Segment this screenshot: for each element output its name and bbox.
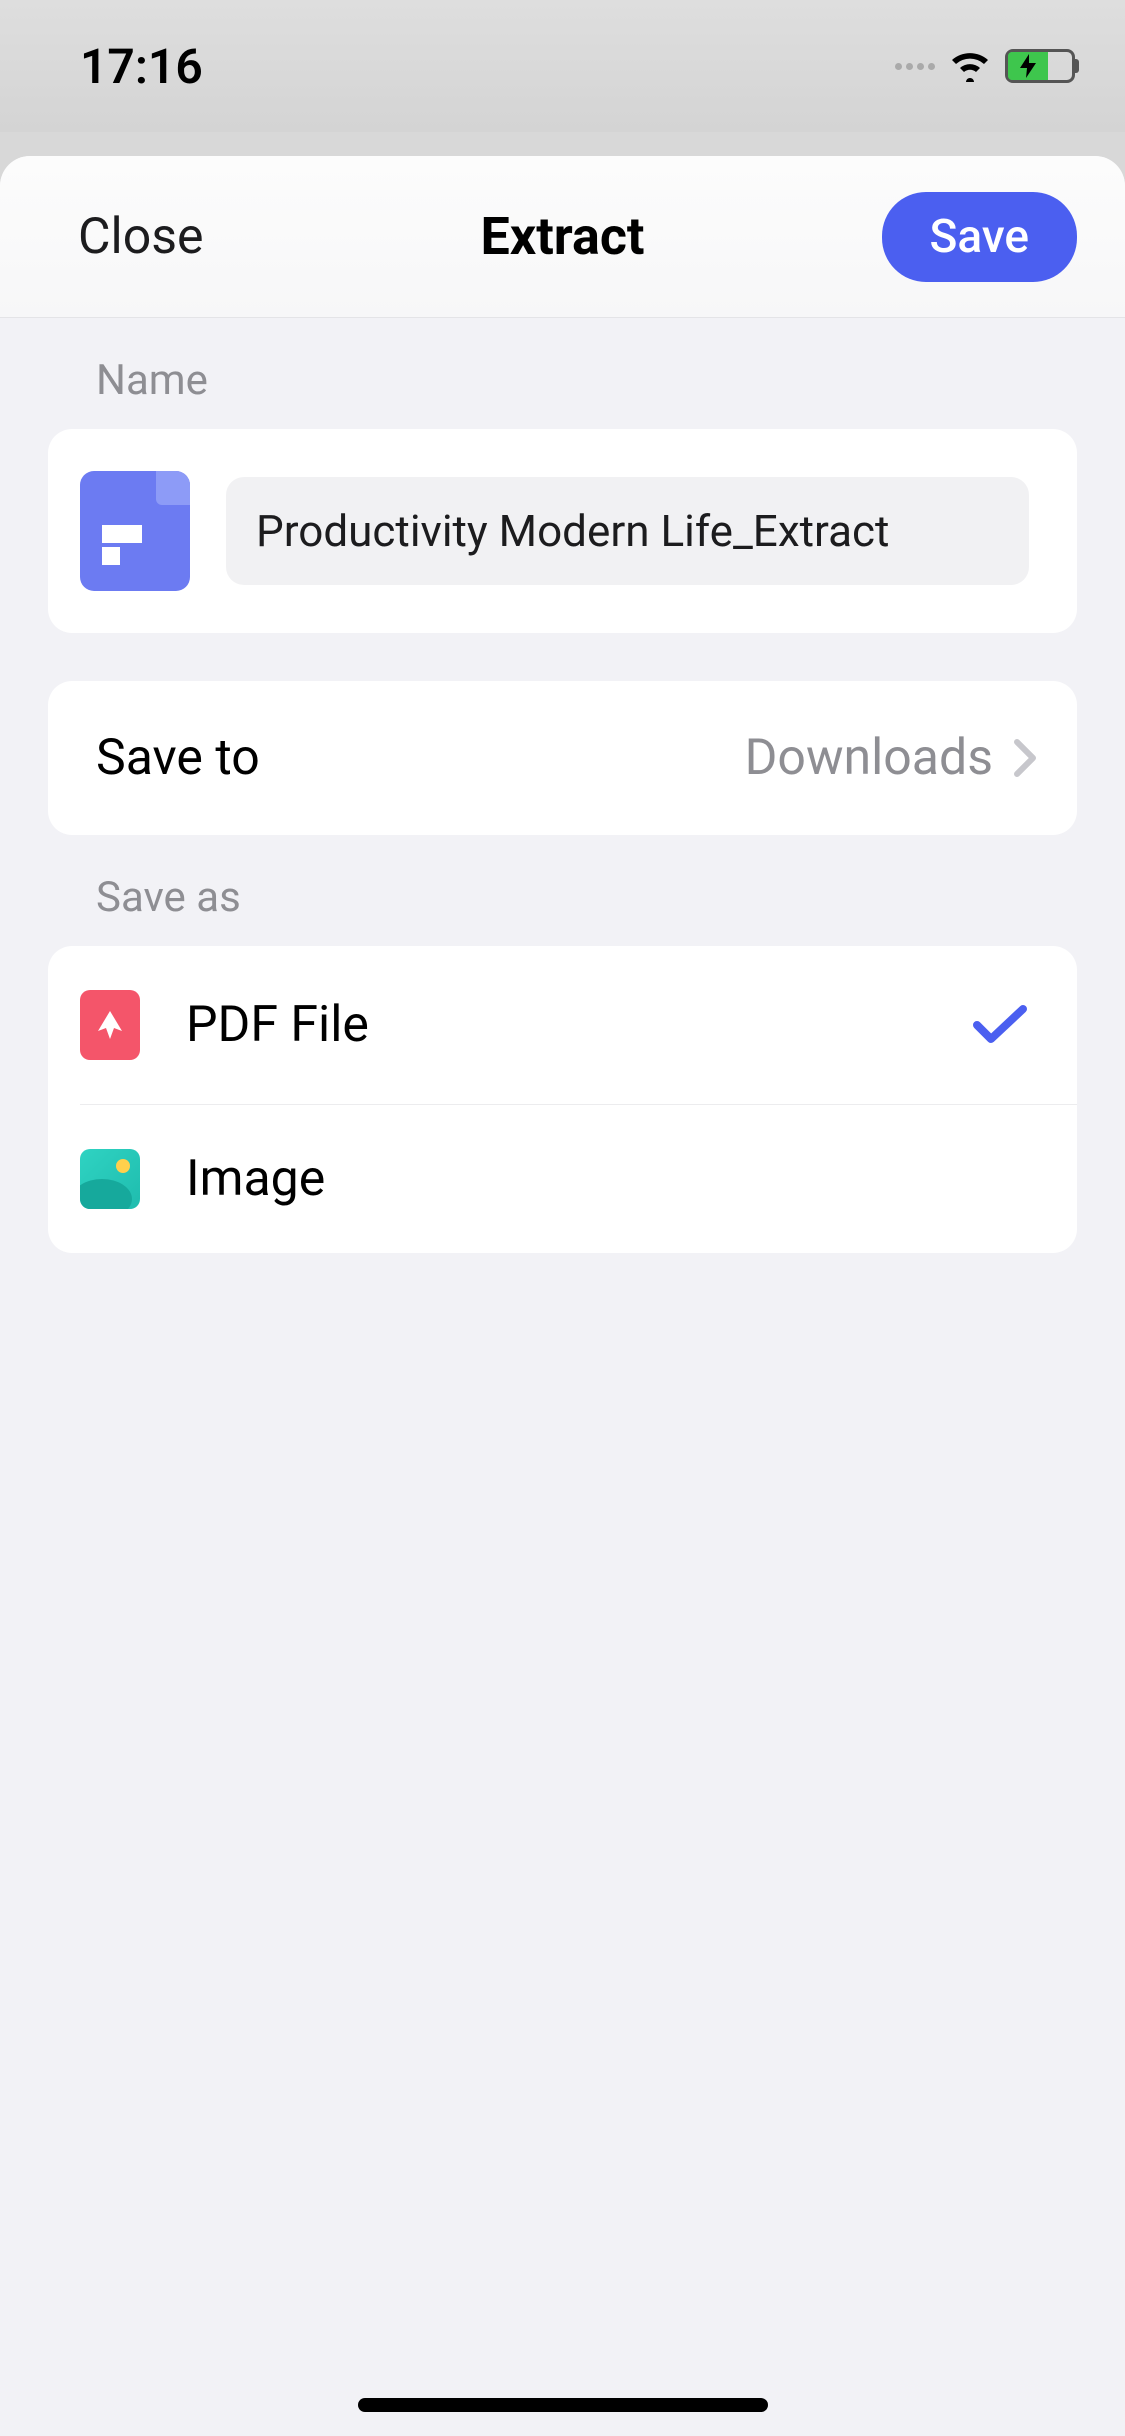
image-file-icon <box>80 1149 140 1209</box>
save-to-label: Save to <box>96 729 260 787</box>
charging-bolt-icon <box>1020 54 1036 78</box>
pdf-file-icon <box>80 990 140 1060</box>
save-as-option-pdf[interactable]: PDF File <box>48 946 1077 1104</box>
chevron-right-icon <box>1013 738 1037 778</box>
save-as-option-label: Image <box>186 1150 1029 1208</box>
save-as-card: PDF File Image <box>48 946 1077 1253</box>
modal-header: Close Extract Save <box>0 156 1125 318</box>
close-button[interactable]: Close <box>78 208 204 266</box>
save-to-row[interactable]: Save to Downloads <box>48 681 1077 835</box>
filename-input[interactable] <box>226 477 1029 585</box>
save-as-option-label: PDF File <box>186 996 925 1054</box>
status-icons <box>895 49 1075 83</box>
save-button[interactable]: Save <box>882 192 1077 282</box>
cellular-signal-icon <box>895 63 935 70</box>
save-to-value: Downloads <box>745 729 993 787</box>
checkmark-icon <box>971 1003 1029 1047</box>
home-indicator[interactable] <box>358 2398 768 2412</box>
name-card <box>48 429 1077 633</box>
status-bar: 17:16 <box>0 0 1125 132</box>
document-icon <box>80 471 190 591</box>
wifi-icon <box>949 50 991 82</box>
save-as-section-label: Save as <box>0 835 1125 946</box>
modal-title: Extract <box>480 206 644 267</box>
battery-icon <box>1005 49 1075 83</box>
extract-modal: Close Extract Save Name Save to Download… <box>0 156 1125 2436</box>
status-time: 17:16 <box>80 38 203 95</box>
save-as-option-image[interactable]: Image <box>80 1104 1077 1253</box>
name-section-label: Name <box>0 318 1125 429</box>
